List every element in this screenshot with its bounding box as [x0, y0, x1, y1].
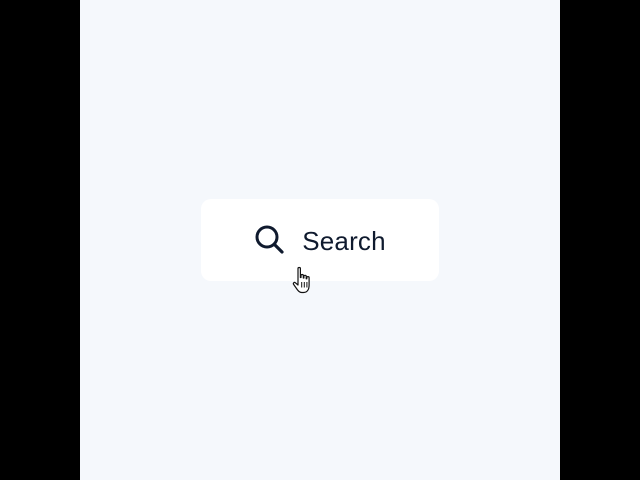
app-canvas: Search — [80, 0, 560, 480]
search-label: Search — [302, 225, 386, 256]
search-button[interactable]: Search — [201, 199, 439, 281]
search-icon — [255, 225, 284, 254]
